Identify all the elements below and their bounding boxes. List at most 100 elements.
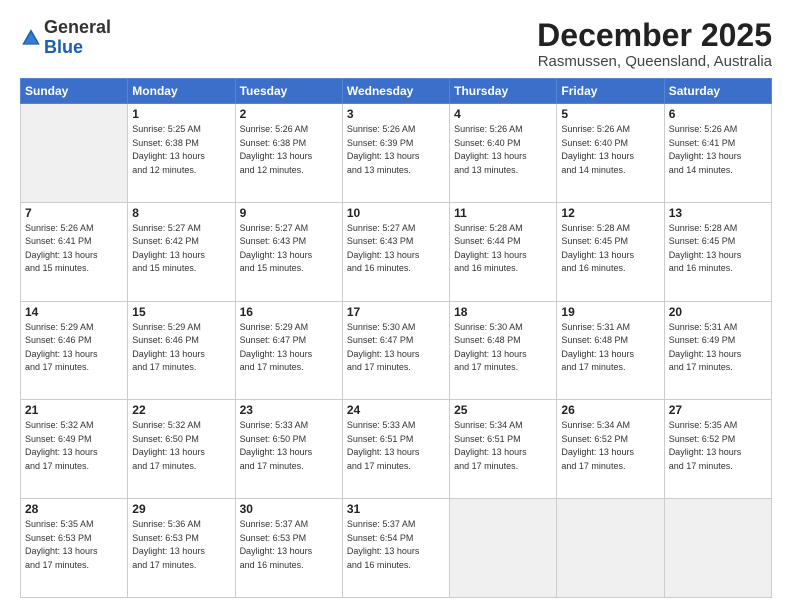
day-info: Sunrise: 5:29 AMSunset: 6:46 PMDaylight:…	[132, 321, 230, 375]
day-info: Sunrise: 5:37 AMSunset: 6:54 PMDaylight:…	[347, 518, 445, 572]
day-info: Sunrise: 5:35 AMSunset: 6:53 PMDaylight:…	[25, 518, 123, 572]
calendar-day-cell: 12 Sunrise: 5:28 AMSunset: 6:45 PMDayligh…	[557, 202, 664, 301]
calendar-day-cell: 13 Sunrise: 5:28 AMSunset: 6:45 PMDayligh…	[664, 202, 771, 301]
calendar-day-cell: 10 Sunrise: 5:27 AMSunset: 6:43 PMDayligh…	[342, 202, 449, 301]
day-info: Sunrise: 5:33 AMSunset: 6:50 PMDaylight:…	[240, 419, 338, 473]
day-number: 9	[240, 206, 338, 220]
day-info: Sunrise: 5:31 AMSunset: 6:49 PMDaylight:…	[669, 321, 767, 375]
day-number: 1	[132, 107, 230, 121]
day-info: Sunrise: 5:35 AMSunset: 6:52 PMDaylight:…	[669, 419, 767, 473]
calendar-day-cell	[557, 499, 664, 598]
day-number: 12	[561, 206, 659, 220]
day-info: Sunrise: 5:29 AMSunset: 6:46 PMDaylight:…	[25, 321, 123, 375]
logo: General Blue	[20, 18, 111, 58]
calendar-day-cell: 23 Sunrise: 5:33 AMSunset: 6:50 PMDayligh…	[235, 400, 342, 499]
day-number: 5	[561, 107, 659, 121]
weekday-header: Tuesday	[235, 79, 342, 104]
day-info: Sunrise: 5:26 AMSunset: 6:41 PMDaylight:…	[25, 222, 123, 276]
calendar-day-cell: 11 Sunrise: 5:28 AMSunset: 6:44 PMDayligh…	[450, 202, 557, 301]
calendar-day-cell: 19Sunrise: 5:31 AMSunset: 6:48 PMDayligh…	[557, 301, 664, 400]
day-number: 25	[454, 403, 552, 417]
day-number: 28	[25, 502, 123, 516]
weekday-header: Wednesday	[342, 79, 449, 104]
calendar-day-cell: 21Sunrise: 5:32 AMSunset: 6:49 PMDayligh…	[21, 400, 128, 499]
calendar-day-cell	[450, 499, 557, 598]
logo-icon	[20, 27, 42, 49]
day-info: Sunrise: 5:26 AMSunset: 6:39 PMDaylight:…	[347, 123, 445, 177]
day-info: Sunrise: 5:33 AMSunset: 6:51 PMDaylight:…	[347, 419, 445, 473]
day-info: Sunrise: 5:27 AMSunset: 6:43 PMDaylight:…	[240, 222, 338, 276]
day-info: Sunrise: 5:25 AMSunset: 6:38 PMDaylight:…	[132, 123, 230, 177]
calendar-day-cell: 29Sunrise: 5:36 AMSunset: 6:53 PMDayligh…	[128, 499, 235, 598]
day-number: 23	[240, 403, 338, 417]
day-number: 21	[25, 403, 123, 417]
day-number: 2	[240, 107, 338, 121]
day-info: Sunrise: 5:26 AMSunset: 6:40 PMDaylight:…	[454, 123, 552, 177]
weekday-header-row: SundayMondayTuesdayWednesdayThursdayFrid…	[21, 79, 772, 104]
weekday-header: Monday	[128, 79, 235, 104]
day-info: Sunrise: 5:30 AMSunset: 6:48 PMDaylight:…	[454, 321, 552, 375]
day-info: Sunrise: 5:34 AMSunset: 6:51 PMDaylight:…	[454, 419, 552, 473]
calendar-day-cell: 14 Sunrise: 5:29 AMSunset: 6:46 PMDayligh…	[21, 301, 128, 400]
day-number: 15	[132, 305, 230, 319]
day-number: 24	[347, 403, 445, 417]
calendar-day-cell	[664, 499, 771, 598]
calendar-day-cell: 9 Sunrise: 5:27 AMSunset: 6:43 PMDaylight…	[235, 202, 342, 301]
logo-text: General Blue	[44, 18, 111, 58]
calendar-day-cell: 31 Sunrise: 5:37 AMSunset: 6:54 PMDayligh…	[342, 499, 449, 598]
logo-general: General	[44, 17, 111, 37]
day-number: 18	[454, 305, 552, 319]
day-number: 19	[561, 305, 659, 319]
day-info: Sunrise: 5:27 AMSunset: 6:42 PMDaylight:…	[132, 222, 230, 276]
day-info: Sunrise: 5:27 AMSunset: 6:43 PMDaylight:…	[347, 222, 445, 276]
day-info: Sunrise: 5:32 AMSunset: 6:50 PMDaylight:…	[132, 419, 230, 473]
month-title: December 2025	[537, 18, 772, 53]
day-number: 4	[454, 107, 552, 121]
calendar-day-cell: 24 Sunrise: 5:33 AMSunset: 6:51 PMDayligh…	[342, 400, 449, 499]
day-info: Sunrise: 5:37 AMSunset: 6:53 PMDaylight:…	[240, 518, 338, 572]
calendar-day-cell: 28 Sunrise: 5:35 AMSunset: 6:53 PMDayligh…	[21, 499, 128, 598]
day-info: Sunrise: 5:28 AMSunset: 6:44 PMDaylight:…	[454, 222, 552, 276]
calendar-day-cell: 18 Sunrise: 5:30 AMSunset: 6:48 PMDayligh…	[450, 301, 557, 400]
day-info: Sunrise: 5:26 AMSunset: 6:41 PMDaylight:…	[669, 123, 767, 177]
day-number: 22	[132, 403, 230, 417]
day-number: 17	[347, 305, 445, 319]
calendar-day-cell: 16Sunrise: 5:29 AMSunset: 6:47 PMDayligh…	[235, 301, 342, 400]
calendar-day-cell: 2 Sunrise: 5:26 AMSunset: 6:38 PMDaylight…	[235, 104, 342, 203]
calendar-day-cell: 30Sunrise: 5:37 AMSunset: 6:53 PMDayligh…	[235, 499, 342, 598]
day-info: Sunrise: 5:34 AMSunset: 6:52 PMDaylight:…	[561, 419, 659, 473]
calendar-week-row: 7 Sunrise: 5:26 AMSunset: 6:41 PMDaylight…	[21, 202, 772, 301]
weekday-header: Thursday	[450, 79, 557, 104]
day-number: 11	[454, 206, 552, 220]
day-number: 31	[347, 502, 445, 516]
calendar-day-cell: 8 Sunrise: 5:27 AMSunset: 6:42 PMDaylight…	[128, 202, 235, 301]
calendar-day-cell: 5 Sunrise: 5:26 AMSunset: 6:40 PMDaylight…	[557, 104, 664, 203]
calendar-day-cell: 7 Sunrise: 5:26 AMSunset: 6:41 PMDaylight…	[21, 202, 128, 301]
day-number: 14	[25, 305, 123, 319]
day-number: 20	[669, 305, 767, 319]
day-info: Sunrise: 5:26 AMSunset: 6:40 PMDaylight:…	[561, 123, 659, 177]
calendar-day-cell: 26Sunrise: 5:34 AMSunset: 6:52 PMDayligh…	[557, 400, 664, 499]
calendar-day-cell: 4 Sunrise: 5:26 AMSunset: 6:40 PMDaylight…	[450, 104, 557, 203]
title-block: December 2025 Rasmussen, Queensland, Aus…	[537, 18, 772, 70]
weekday-header: Friday	[557, 79, 664, 104]
location-title: Rasmussen, Queensland, Australia	[537, 53, 772, 70]
day-number: 10	[347, 206, 445, 220]
page: General Blue December 2025 Rasmussen, Qu…	[0, 0, 792, 612]
day-number: 27	[669, 403, 767, 417]
day-info: Sunrise: 5:28 AMSunset: 6:45 PMDaylight:…	[561, 222, 659, 276]
day-info: Sunrise: 5:28 AMSunset: 6:45 PMDaylight:…	[669, 222, 767, 276]
calendar-day-cell: 22 Sunrise: 5:32 AMSunset: 6:50 PMDayligh…	[128, 400, 235, 499]
day-number: 8	[132, 206, 230, 220]
day-number: 7	[25, 206, 123, 220]
day-info: Sunrise: 5:26 AMSunset: 6:38 PMDaylight:…	[240, 123, 338, 177]
calendar-day-cell: 27 Sunrise: 5:35 AMSunset: 6:52 PMDayligh…	[664, 400, 771, 499]
weekday-header: Sunday	[21, 79, 128, 104]
calendar-day-cell: 6Sunrise: 5:26 AMSunset: 6:41 PMDaylight…	[664, 104, 771, 203]
header: General Blue December 2025 Rasmussen, Qu…	[20, 18, 772, 70]
day-number: 13	[669, 206, 767, 220]
calendar-day-cell: 20 Sunrise: 5:31 AMSunset: 6:49 PMDayligh…	[664, 301, 771, 400]
calendar-week-row: 1 Sunrise: 5:25 AMSunset: 6:38 PMDaylight…	[21, 104, 772, 203]
day-info: Sunrise: 5:29 AMSunset: 6:47 PMDaylight:…	[240, 321, 338, 375]
weekday-header: Saturday	[664, 79, 771, 104]
